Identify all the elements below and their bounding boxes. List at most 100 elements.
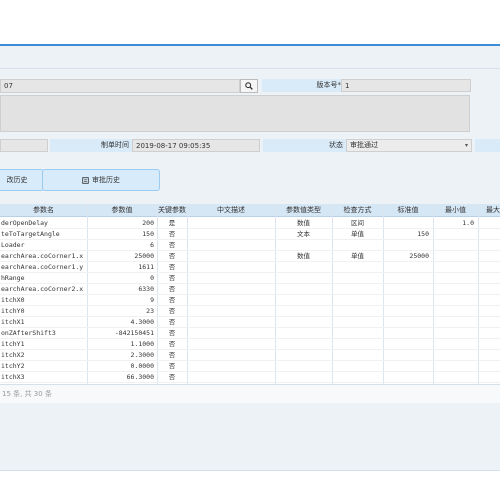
param-value-cell: 0.0000 (130, 362, 154, 370)
param-value-cell: 150 (142, 230, 154, 238)
key-param-cell: 否 (168, 241, 176, 249)
param-name-cell: derOpenDelay (1, 219, 48, 227)
left-field[interactable] (0, 139, 48, 152)
check-method-cell: 单值 (351, 252, 364, 260)
check-method-cell (332, 350, 383, 360)
check-method-cell (332, 262, 383, 272)
key-param-cell: 否 (168, 252, 176, 260)
param-name-cell: itchY1 (1, 340, 25, 348)
created-time-value: 2019-08-17 09:05:35 (136, 142, 211, 150)
table-header: 参数名 参数值 关键参数 中文描述 参数值类型 检查方式 标准值 最小值 最大 (0, 204, 500, 217)
std-value-cell (384, 306, 429, 316)
column-header[interactable]: 最大 (478, 205, 500, 215)
check-method-cell (332, 273, 383, 283)
param-value-cell: 1611 (138, 263, 154, 271)
param-name-cell: onZAfterShift3 (1, 329, 56, 337)
check-method-cell: 区间 (351, 219, 364, 227)
top-bar (0, 0, 500, 44)
param-name-cell: earchArea.coCorner2.x (1, 285, 84, 293)
desc-cell (188, 361, 274, 371)
version-field[interactable]: 1 (341, 79, 471, 92)
param-name-cell: Loader (1, 241, 25, 249)
right-label (475, 139, 500, 152)
tab-edit-history[interactable]: 改历史 (0, 169, 44, 191)
value-type-cell (275, 306, 332, 316)
search-button[interactable] (240, 79, 258, 93)
min-value-cell (434, 284, 474, 294)
key-param-cell: 否 (168, 373, 176, 381)
key-param-cell: 否 (168, 340, 176, 348)
std-value-cell (384, 361, 429, 371)
check-method-cell (332, 317, 383, 327)
value-type-cell: 数值 (297, 219, 310, 227)
code-field[interactable]: 07 (0, 79, 240, 93)
desc-cell (188, 284, 274, 294)
param-value-cell: 23 (146, 307, 154, 315)
column-header[interactable]: 中文描述 (187, 205, 275, 215)
desc-cell (188, 251, 274, 261)
tab-edit-history-label: 改历史 (6, 176, 28, 184)
check-method-cell: 单值 (351, 230, 364, 238)
check-method-cell (332, 339, 383, 349)
param-value-cell: 4.3000 (130, 318, 154, 326)
min-value-cell (434, 361, 474, 371)
key-param-cell: 是 (168, 219, 176, 227)
std-value-cell: 150 (417, 230, 429, 238)
audit-icon (82, 176, 89, 184)
value-type-cell (275, 284, 332, 294)
key-param-cell: 否 (168, 329, 176, 337)
value-type-cell (275, 339, 332, 349)
key-param-cell: 否 (168, 307, 176, 315)
std-value-cell (384, 339, 429, 349)
param-value-cell: 200 (142, 219, 154, 227)
value-type-cell (275, 295, 332, 305)
check-method-cell (332, 295, 383, 305)
key-param-cell: 否 (168, 362, 176, 370)
column-header[interactable]: 最小值 (433, 205, 478, 215)
param-value-cell: 2.3000 (130, 351, 154, 359)
check-method-cell (332, 306, 383, 316)
column-header[interactable]: 检查方式 (332, 205, 383, 215)
status-select[interactable]: 审批通过 ▾ (346, 139, 472, 152)
created-time-label: 制单时间 (50, 139, 132, 152)
std-value-cell (384, 317, 429, 327)
column-header[interactable]: 关键参数 (157, 205, 187, 215)
remark-textarea[interactable] (0, 95, 470, 132)
min-value-cell (434, 295, 474, 305)
tab-audit-history[interactable]: 审批历史 (42, 169, 160, 191)
value-type-cell (275, 328, 332, 338)
min-value-cell (434, 251, 474, 261)
param-value-cell: 1.1000 (130, 340, 154, 348)
min-value-cell: 1.0 (462, 219, 474, 227)
tab-audit-history-label: 审批历史 (92, 176, 120, 184)
column-header[interactable]: 标准值 (383, 205, 433, 215)
desc-cell (188, 273, 274, 283)
column-header[interactable]: 参数名 (0, 205, 87, 215)
version-value: 1 (345, 82, 350, 90)
param-value-cell: 6 (150, 241, 154, 249)
desc-cell (188, 317, 274, 327)
min-value-cell (434, 317, 474, 327)
bottom-divider (0, 470, 500, 471)
desc-cell (188, 240, 274, 250)
min-value-cell (434, 328, 474, 338)
desc-cell (188, 262, 274, 272)
value-type-cell: 数值 (297, 252, 310, 260)
key-param-cell: 否 (168, 230, 176, 238)
param-name-cell: hRange (1, 274, 25, 282)
column-header[interactable]: 参数值 (87, 205, 157, 215)
std-value-cell (384, 372, 429, 382)
param-name-cell: itchX1 (1, 318, 25, 326)
value-type-cell (275, 361, 332, 371)
key-param-cell: 否 (168, 285, 176, 293)
param-value-cell: 25000 (134, 252, 154, 260)
chevron-down-icon: ▾ (464, 142, 468, 149)
column-header[interactable]: 参数值类型 (275, 205, 332, 215)
desc-cell (188, 350, 274, 360)
desc-cell (188, 372, 274, 382)
param-value-cell: 9 (150, 296, 154, 304)
key-param-cell: 否 (168, 351, 176, 359)
param-name-cell: teToTargetAngle (1, 230, 60, 238)
key-param-cell: 否 (168, 274, 176, 282)
status-label: 状态 (263, 139, 346, 152)
